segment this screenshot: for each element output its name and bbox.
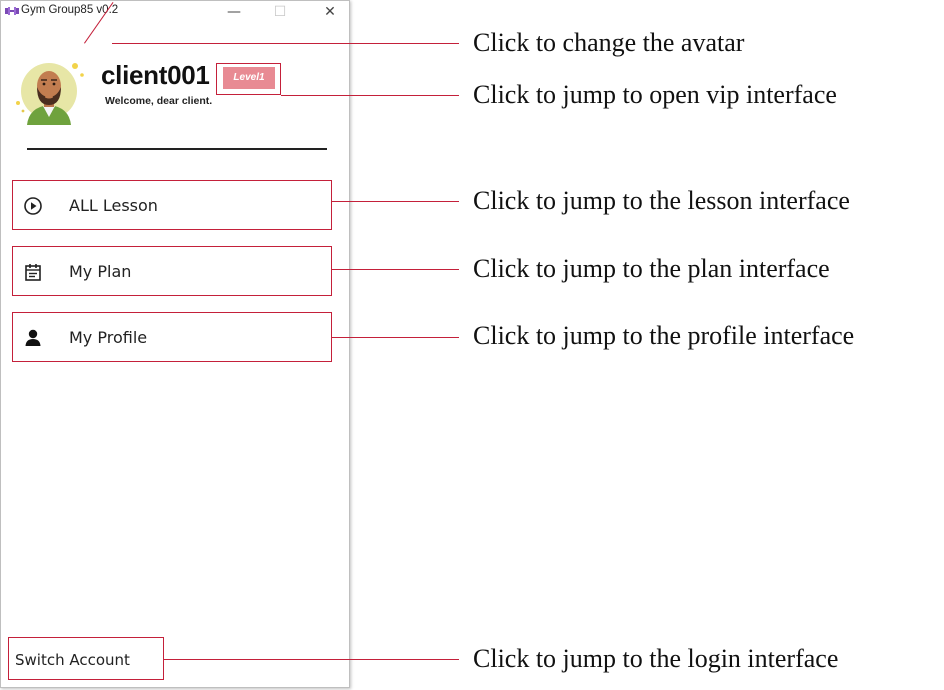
switch-account-highlight (8, 637, 164, 680)
annotation-login: Click to jump to the login interface (473, 644, 839, 673)
profile-callout-line (332, 337, 459, 338)
close-button[interactable]: ✕ (317, 3, 343, 21)
login-callout-line (164, 659, 459, 660)
avatar-callout-line (112, 43, 459, 44)
plan-highlight (12, 246, 332, 296)
avatar[interactable] (13, 53, 89, 129)
vip-callout-line (281, 95, 459, 96)
annotation-vip: Click to jump to open vip interface (473, 80, 837, 109)
title-bar: Gym Group85 v0.2 — ☐ ✕ (1, 1, 349, 35)
annotation-plan: Click to jump to the plan interface (473, 254, 830, 283)
dumbbell-icon (5, 7, 19, 15)
lesson-highlight (12, 180, 332, 230)
annotation-lesson: Click to jump to the lesson interface (473, 186, 850, 215)
plan-callout-line (332, 269, 459, 270)
maximize-button[interactable]: ☐ (267, 3, 293, 21)
minimize-button[interactable]: — (221, 3, 247, 21)
annotation-profile: Click to jump to the profile interface (473, 321, 855, 350)
lesson-callout-line (332, 201, 459, 202)
welcome-text: Welcome, dear client. (105, 95, 213, 107)
vip-badge-highlight (216, 63, 281, 95)
divider (27, 148, 327, 150)
profile-highlight (12, 312, 332, 362)
annotation-avatar: Click to change the avatar (473, 28, 745, 57)
username: client001 (101, 60, 210, 90)
